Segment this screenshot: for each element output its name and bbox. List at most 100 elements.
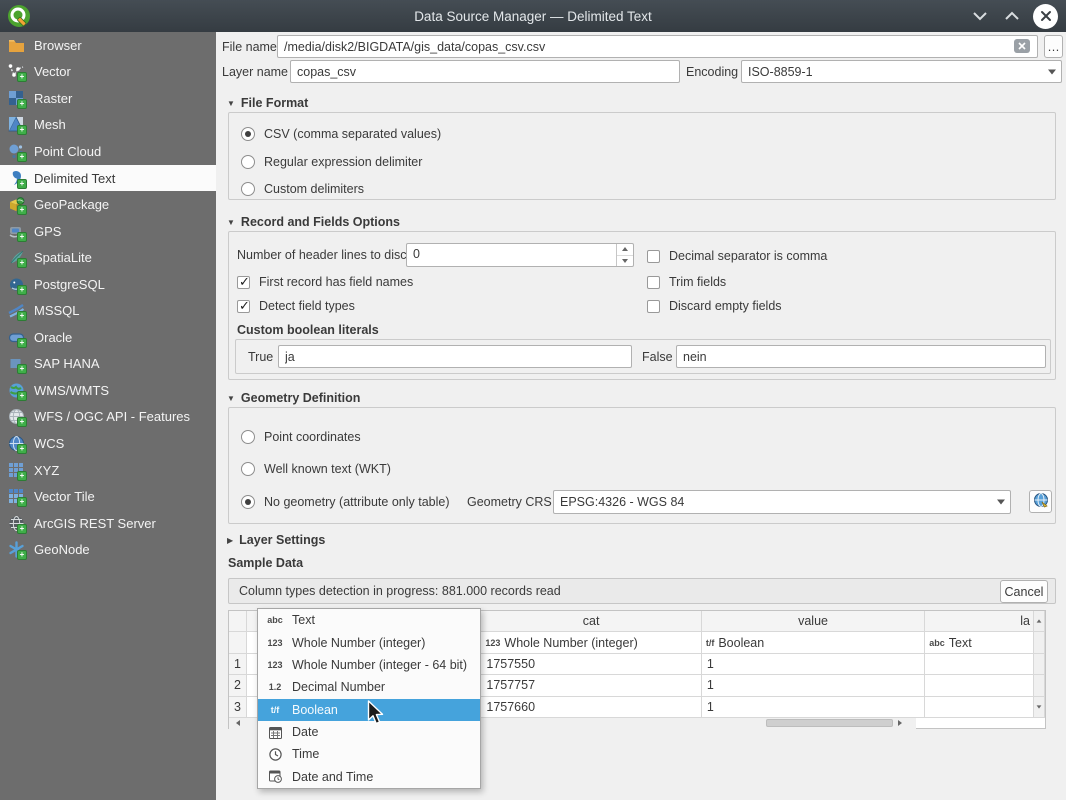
spin-down-icon[interactable] xyxy=(617,256,633,267)
custom-delimiters-option[interactable]: Custom delimiters xyxy=(241,181,364,197)
menu-item-whole-number-64[interactable]: 123 Whole Number (integer - 64 bit) xyxy=(258,654,480,676)
detect-field-types-option[interactable]: Detect field types xyxy=(237,298,355,314)
wkt-radio[interactable] xyxy=(241,462,255,476)
sidebar-item-raster[interactable]: Raster xyxy=(0,85,216,112)
hscroll-thumb[interactable] xyxy=(766,719,893,727)
custom-boolean-title: Custom boolean literals xyxy=(237,318,379,341)
menu-item-decimal-number[interactable]: 1.2 Decimal Number xyxy=(258,676,480,698)
menu-item-text[interactable]: abc Text xyxy=(258,609,480,631)
false-literal-input[interactable] xyxy=(676,345,1046,368)
sidebar-item-gps[interactable]: GPS xyxy=(0,218,216,245)
type-select-cat[interactable]: 123 Whole Number (integer) xyxy=(481,632,701,654)
trim-fields-checkbox[interactable] xyxy=(647,276,660,289)
point-coordinates-radio[interactable] xyxy=(241,430,255,444)
sidebar-item-oracle[interactable]: Oracle xyxy=(0,324,216,351)
sidebar-item-vector-tile[interactable]: Vector Tile xyxy=(0,483,216,510)
clear-text-icon[interactable] xyxy=(1014,39,1030,53)
table-vscrollbar[interactable] xyxy=(1034,654,1045,675)
geometry-header[interactable]: ▼ Geometry Definition xyxy=(227,391,360,405)
browse-file-button[interactable]: … xyxy=(1044,35,1063,58)
cell-cat: 1757550 xyxy=(481,654,701,675)
chevron-up-icon[interactable] xyxy=(1001,5,1023,27)
spin-up-icon[interactable] xyxy=(617,244,633,256)
wkt-option[interactable]: Well known text (WKT) xyxy=(241,461,391,477)
wkt-label: Well known text (WKT) xyxy=(264,462,391,476)
detect-field-types-label: Detect field types xyxy=(259,299,355,313)
type-select-la[interactable]: abc Text xyxy=(925,632,1034,654)
sidebar-item-label: Oracle xyxy=(34,330,72,345)
encoding-select[interactable]: ISO-8859-1 xyxy=(741,60,1062,83)
chevron-down-icon[interactable] xyxy=(969,5,991,27)
table-scroll-right-icon[interactable] xyxy=(894,718,905,729)
discard-empty-fields-checkbox[interactable] xyxy=(647,300,660,313)
collapse-arrow-icon: ▼ xyxy=(227,218,235,227)
sidebar-item-browser[interactable]: Browser xyxy=(0,32,216,59)
sidebar-item-label: WFS / OGC API - Features xyxy=(34,409,190,424)
sidebar-item-mesh[interactable]: Mesh xyxy=(0,112,216,139)
geopackage-icon xyxy=(8,196,25,213)
regex-delimiter-radio[interactable] xyxy=(241,155,255,169)
sidebar-item-delimited-text[interactable]: Delimited Text xyxy=(0,165,216,192)
layer-name-input[interactable] xyxy=(290,60,680,83)
menu-item-time[interactable]: Time xyxy=(258,743,480,765)
corner-header-cell xyxy=(229,611,247,632)
custom-delimiters-label: Custom delimiters xyxy=(264,182,364,196)
point-coordinates-option[interactable]: Point coordinates xyxy=(241,429,361,445)
sidebar-item-point-cloud[interactable]: Point Cloud xyxy=(0,138,216,165)
header-lines-spinner[interactable]: 0 xyxy=(406,243,634,267)
first-record-checkbox[interactable] xyxy=(237,276,250,289)
regex-delimiter-option[interactable]: Regular expression delimiter xyxy=(241,154,422,170)
detect-field-types-checkbox[interactable] xyxy=(237,300,250,313)
mssql-icon xyxy=(8,302,25,319)
trim-fields-option[interactable]: Trim fields xyxy=(647,274,726,290)
folder-icon xyxy=(8,37,25,54)
decimal-separator-option[interactable]: Decimal separator is comma xyxy=(647,248,827,264)
cell-value: 1 xyxy=(702,654,925,675)
layer-settings-header[interactable]: ▶ Layer Settings xyxy=(227,533,325,547)
table-vscrollbar[interactable] xyxy=(1034,675,1045,696)
decimal-separator-checkbox[interactable] xyxy=(647,250,660,263)
menu-item-whole-number[interactable]: 123 Whole Number (integer) xyxy=(258,631,480,653)
sidebar-item-spatialite[interactable]: SpatiaLite xyxy=(0,244,216,271)
sidebar-item-geonode[interactable]: GeoNode xyxy=(0,536,216,563)
menu-item-date-and-time[interactable]: Date and Time xyxy=(258,766,480,788)
no-geometry-option[interactable]: No geometry (attribute only table) xyxy=(241,494,450,510)
csv-option[interactable]: CSV (comma separated values) xyxy=(241,126,441,142)
false-label: False xyxy=(642,345,673,368)
record-fields-header[interactable]: ▼ Record and Fields Options xyxy=(227,215,400,229)
sidebar-item-wcs[interactable]: WCS xyxy=(0,430,216,457)
cancel-button[interactable]: Cancel xyxy=(1000,580,1048,603)
integer64-type-icon: 123 xyxy=(258,660,292,670)
type-select-value[interactable]: t/f Boolean xyxy=(702,632,925,654)
table-scroll-left-icon[interactable] xyxy=(229,718,247,729)
table-vscrollbar[interactable] xyxy=(1034,632,1045,654)
select-crs-button[interactable] xyxy=(1029,490,1052,513)
sidebar-item-xyz[interactable]: XYZ xyxy=(0,457,216,484)
true-literal-input[interactable] xyxy=(278,345,632,368)
no-geometry-radio[interactable] xyxy=(241,495,255,509)
table-scroll-down-icon[interactable] xyxy=(1034,697,1045,718)
geometry-crs-select[interactable]: EPSG:4326 - WGS 84 xyxy=(553,490,1011,514)
cell-la xyxy=(925,654,1034,675)
sidebar-item-sap-hana[interactable]: SAP HANA xyxy=(0,351,216,378)
table-scroll-up-icon[interactable] xyxy=(1034,611,1045,632)
row-number: 2 xyxy=(229,675,247,696)
sidebar-item-mssql[interactable]: MSSQL xyxy=(0,297,216,324)
file-name-input[interactable] xyxy=(277,35,1038,58)
file-format-header[interactable]: ▼ File Format xyxy=(227,96,308,110)
sidebar-item-label: GeoPackage xyxy=(34,197,109,212)
sidebar-item-postgresql[interactable]: PostgreSQL xyxy=(0,271,216,298)
first-record-option[interactable]: First record has field names xyxy=(237,274,413,290)
sidebar-item-wms-wmts[interactable]: WMS/WMTS xyxy=(0,377,216,404)
sidebar-item-geopackage[interactable]: GeoPackage xyxy=(0,191,216,218)
close-icon[interactable] xyxy=(1033,4,1058,29)
discard-empty-fields-option[interactable]: Discard empty fields xyxy=(647,298,782,314)
sidebar-item-arcgis-rest-server[interactable]: ArcGIS REST Server xyxy=(0,510,216,537)
custom-delimiters-radio[interactable] xyxy=(241,182,255,196)
csv-radio[interactable] xyxy=(241,127,255,141)
geometry-group: Point coordinates Well known text (WKT) … xyxy=(228,407,1056,524)
true-label: True xyxy=(248,345,273,368)
sidebar-item-wfs[interactable]: WFS / OGC API - Features xyxy=(0,404,216,431)
point-cloud-icon xyxy=(8,143,25,160)
sidebar-item-vector[interactable]: Vector xyxy=(0,59,216,86)
